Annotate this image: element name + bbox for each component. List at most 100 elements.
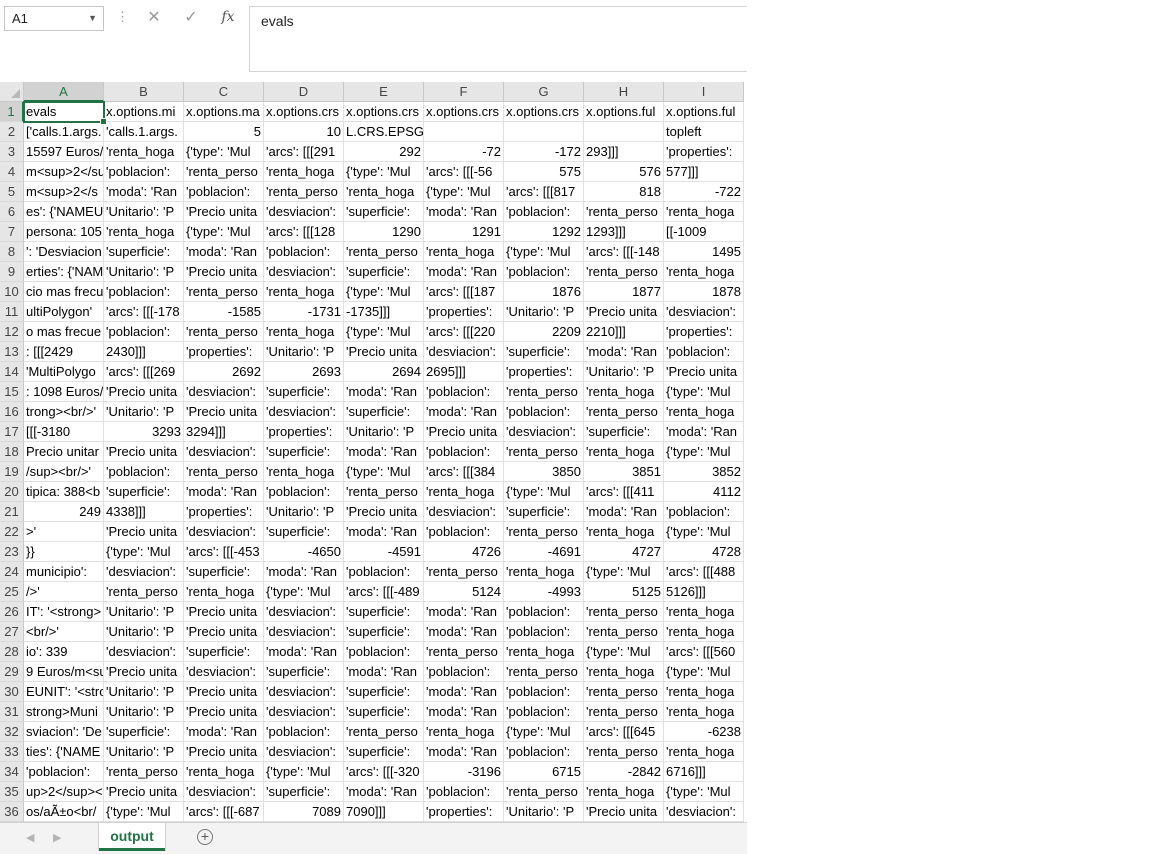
cell-a34[interactable]: 'poblacion': bbox=[24, 762, 104, 782]
row-header-15[interactable]: 15 bbox=[0, 382, 24, 402]
row-header-29[interactable]: 29 bbox=[0, 662, 24, 682]
cell-f29[interactable]: 'poblacion': bbox=[424, 662, 504, 682]
cell-f31[interactable]: 'moda': 'Ran bbox=[424, 702, 504, 722]
cell-h5[interactable]: 818 bbox=[584, 182, 664, 202]
cell-b26[interactable]: 'Unitario': 'P bbox=[104, 602, 184, 622]
cell-a36[interactable]: os/aÃ±o<br/ bbox=[24, 802, 104, 822]
cell-f13[interactable]: 'desviacion': bbox=[424, 342, 504, 362]
cell-f19[interactable]: 'arcs': [[[384 bbox=[424, 462, 504, 482]
cell-h33[interactable]: 'renta_perso bbox=[584, 742, 664, 762]
cell-d7[interactable]: 'arcs': [[[128 bbox=[264, 222, 344, 242]
cell-c33[interactable]: 'Precio unita bbox=[184, 742, 264, 762]
cell-e13[interactable]: 'Precio unita bbox=[344, 342, 424, 362]
cell-e17[interactable]: 'Unitario': 'P bbox=[344, 422, 424, 442]
cell-d1[interactable]: x.options.crs bbox=[264, 102, 344, 122]
cell-h19[interactable]: 3851 bbox=[584, 462, 664, 482]
cell-d23[interactable]: -4650 bbox=[264, 542, 344, 562]
column-header-e[interactable]: E bbox=[344, 82, 424, 102]
column-header-h[interactable]: H bbox=[584, 82, 664, 102]
cell-e7[interactable]: 1290 bbox=[344, 222, 424, 242]
cell-c21[interactable]: 'properties': bbox=[184, 502, 264, 522]
cell-a6[interactable]: es': {'NAMEU bbox=[24, 202, 104, 222]
row-header-20[interactable]: 20 bbox=[0, 482, 24, 502]
row-header-6[interactable]: 6 bbox=[0, 202, 24, 222]
cell-e32[interactable]: 'renta_perso bbox=[344, 722, 424, 742]
cell-a8[interactable]: ': 'Desviacion bbox=[24, 242, 104, 262]
cell-f3[interactable]: -72 bbox=[424, 142, 504, 162]
row-header-19[interactable]: 19 bbox=[0, 462, 24, 482]
cell-b9[interactable]: 'Unitario': 'P bbox=[104, 262, 184, 282]
cell-i21[interactable]: 'poblacion': bbox=[664, 502, 744, 522]
cell-d9[interactable]: 'desviacion': bbox=[264, 262, 344, 282]
row-header-36[interactable]: 36 bbox=[0, 802, 24, 822]
cell-g9[interactable]: 'poblacion': bbox=[504, 262, 584, 282]
row-header-11[interactable]: 11 bbox=[0, 302, 24, 322]
cell-g1[interactable]: x.options.crs bbox=[504, 102, 584, 122]
cell-e1[interactable]: x.options.crs bbox=[344, 102, 424, 122]
cell-g31[interactable]: 'poblacion': bbox=[504, 702, 584, 722]
cell-d31[interactable]: 'desviacion': bbox=[264, 702, 344, 722]
cell-h1[interactable]: x.options.ful bbox=[584, 102, 664, 122]
cell-h22[interactable]: 'renta_hoga bbox=[584, 522, 664, 542]
cell-g5[interactable]: 'arcs': [[[817 bbox=[504, 182, 584, 202]
cell-e6[interactable]: 'superficie': bbox=[344, 202, 424, 222]
cell-a22[interactable]: >' bbox=[24, 522, 104, 542]
cell-f28[interactable]: 'renta_perso bbox=[424, 642, 504, 662]
cell-d3[interactable]: 'arcs': [[[291 bbox=[264, 142, 344, 162]
cell-e10[interactable]: {'type': 'Mul bbox=[344, 282, 424, 302]
cell-b14[interactable]: 'arcs': [[[269 bbox=[104, 362, 184, 382]
cell-c14[interactable]: 2692 bbox=[184, 362, 264, 382]
cell-c4[interactable]: 'renta_perso bbox=[184, 162, 264, 182]
cell-i27[interactable]: 'renta_hoga bbox=[664, 622, 744, 642]
cell-f7[interactable]: 1291 bbox=[424, 222, 504, 242]
cell-b23[interactable]: {'type': 'Mul bbox=[104, 542, 184, 562]
cell-i25[interactable]: 5126]]] bbox=[664, 582, 744, 602]
cell-f11[interactable]: 'properties': bbox=[424, 302, 504, 322]
row-header-16[interactable]: 16 bbox=[0, 402, 24, 422]
cell-i11[interactable]: 'desviacion': bbox=[664, 302, 744, 322]
cell-h13[interactable]: 'moda': 'Ran bbox=[584, 342, 664, 362]
cell-i9[interactable]: 'renta_hoga bbox=[664, 262, 744, 282]
cell-a15[interactable]: : 1098 Euros/ bbox=[24, 382, 104, 402]
cell-a21[interactable]: 249 bbox=[24, 502, 104, 522]
cell-c19[interactable]: 'renta_perso bbox=[184, 462, 264, 482]
cell-e2[interactable]: L.CRS.EPSG3857 bbox=[344, 122, 424, 142]
cell-f26[interactable]: 'moda': 'Ran bbox=[424, 602, 504, 622]
cell-f12[interactable]: 'arcs': [[[220 bbox=[424, 322, 504, 342]
cell-f22[interactable]: 'poblacion': bbox=[424, 522, 504, 542]
cell-i34[interactable]: 6716]]] bbox=[664, 762, 744, 782]
cell-c34[interactable]: 'renta_hoga bbox=[184, 762, 264, 782]
cell-i16[interactable]: 'renta_hoga bbox=[664, 402, 744, 422]
cell-h23[interactable]: 4727 bbox=[584, 542, 664, 562]
row-header-10[interactable]: 10 bbox=[0, 282, 24, 302]
cell-f33[interactable]: 'moda': 'Ran bbox=[424, 742, 504, 762]
cell-d33[interactable]: 'desviacion': bbox=[264, 742, 344, 762]
cell-f18[interactable]: 'poblacion': bbox=[424, 442, 504, 462]
cell-g21[interactable]: 'superficie': bbox=[504, 502, 584, 522]
cell-i33[interactable]: 'renta_hoga bbox=[664, 742, 744, 762]
cell-h16[interactable]: 'renta_perso bbox=[584, 402, 664, 422]
cell-c3[interactable]: {'type': 'Mul bbox=[184, 142, 264, 162]
cell-f1[interactable]: x.options.crs bbox=[424, 102, 504, 122]
cell-a32[interactable]: sviacion': 'De bbox=[24, 722, 104, 742]
row-header-18[interactable]: 18 bbox=[0, 442, 24, 462]
cell-b15[interactable]: 'Precio unita bbox=[104, 382, 184, 402]
cell-g23[interactable]: -4691 bbox=[504, 542, 584, 562]
row-header-7[interactable]: 7 bbox=[0, 222, 24, 242]
cell-c36[interactable]: 'arcs': [[[-687 bbox=[184, 802, 264, 822]
cell-b16[interactable]: 'Unitario': 'P bbox=[104, 402, 184, 422]
cell-d11[interactable]: -1731 bbox=[264, 302, 344, 322]
cell-d28[interactable]: 'moda': 'Ran bbox=[264, 642, 344, 662]
cell-c1[interactable]: x.options.ma bbox=[184, 102, 264, 122]
cell-f20[interactable]: 'renta_hoga bbox=[424, 482, 504, 502]
cell-g8[interactable]: {'type': 'Mul bbox=[504, 242, 584, 262]
cell-i14[interactable]: 'Precio unita bbox=[664, 362, 744, 382]
cell-d27[interactable]: 'desviacion': bbox=[264, 622, 344, 642]
previous-sheet-icon[interactable]: ◀ bbox=[26, 831, 34, 844]
cell-g30[interactable]: 'poblacion': bbox=[504, 682, 584, 702]
cell-d22[interactable]: 'superficie': bbox=[264, 522, 344, 542]
cell-d5[interactable]: 'renta_perso bbox=[264, 182, 344, 202]
cell-a7[interactable]: persona: 105 bbox=[24, 222, 104, 242]
row-header-33[interactable]: 33 bbox=[0, 742, 24, 762]
cell-b18[interactable]: 'Precio unita bbox=[104, 442, 184, 462]
